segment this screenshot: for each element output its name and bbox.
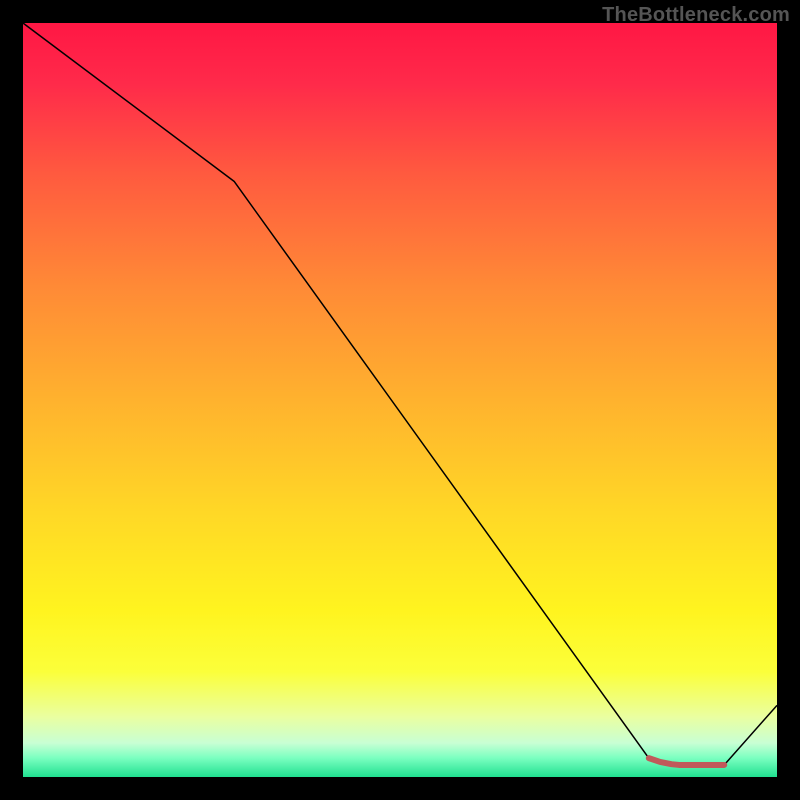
chart-svg xyxy=(23,23,777,777)
chart-container: TheBottleneck.com xyxy=(0,0,800,800)
plot-area xyxy=(23,23,777,777)
gradient-background xyxy=(23,23,777,777)
watermark-label: TheBottleneck.com xyxy=(602,4,790,27)
